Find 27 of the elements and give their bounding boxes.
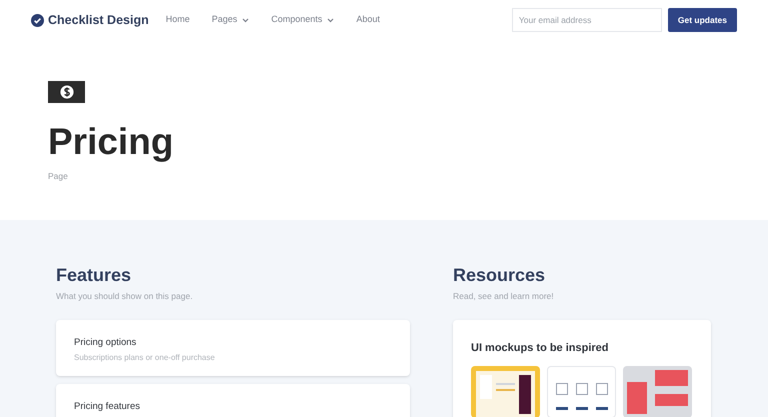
email-field[interactable]: Your email address [512, 8, 662, 32]
nav-link[interactable]: Pages [212, 13, 250, 27]
mockup-thumbnail[interactable] [471, 366, 540, 417]
section-title: Features [56, 266, 132, 284]
chevron-down-icon [327, 18, 334, 22]
feature-description: Subscriptions plans or one-off purchase [74, 352, 216, 364]
section-subtitle: What you should show on this page. [56, 290, 194, 303]
feature-card[interactable]: Pricing options Subscriptions plans or one-off purchase [56, 320, 410, 376]
feature-title: Pricing features [74, 400, 142, 414]
nav-link[interactable]: About [356, 13, 380, 27]
section-title: Resources [453, 266, 546, 284]
resource-card[interactable]: UI mockups to be inspired [453, 320, 711, 417]
page-title: Pricing [48, 123, 174, 160]
feature-card[interactable]: Pricing features [56, 384, 410, 417]
brand-name[interactable]: Checklist Design [48, 10, 149, 30]
nav-link[interactable]: Home [166, 13, 190, 27]
dollar-badge-icon [48, 81, 85, 103]
mockup-thumbnail[interactable] [623, 366, 692, 417]
mockup-thumbnail[interactable] [547, 366, 616, 417]
page-subtitle: Page [48, 170, 69, 183]
feature-title: Pricing options [74, 336, 138, 350]
chevron-down-icon [242, 18, 250, 22]
get-updates-button[interactable]: Get updates [668, 8, 737, 32]
check-circle-icon [31, 14, 44, 26]
resource-title: UI mockups to be inspired [471, 340, 610, 356]
section-subtitle: Read, see and learn more! [453, 290, 555, 303]
nav-link[interactable]: Components [271, 13, 334, 27]
